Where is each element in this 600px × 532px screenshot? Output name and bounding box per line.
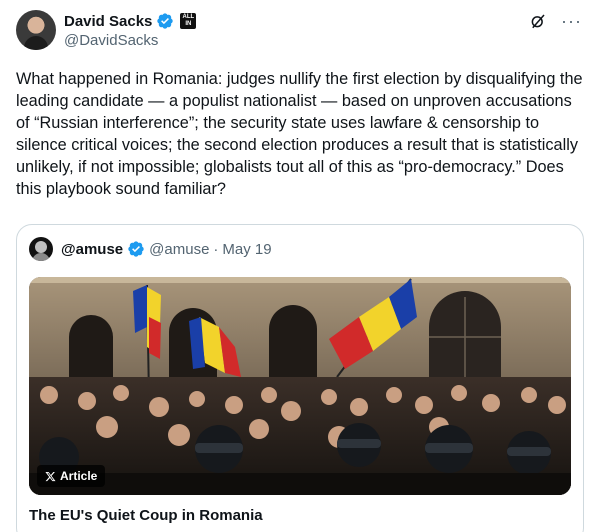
quoted-tweet-header: @amuse @amuse · May 19: [29, 237, 272, 261]
author-handle[interactable]: @DavidSacks: [64, 32, 158, 49]
article-badge: Article: [37, 465, 106, 487]
tweet-text: What happened in Romania: judges nullify…: [16, 70, 583, 198]
quoted-author-display-name[interactable]: @amuse: [61, 241, 123, 258]
tweet-actions-top: ···: [529, 12, 582, 30]
verified-badge-icon: [157, 13, 174, 29]
author-display-name[interactable]: David Sacks: [64, 13, 152, 30]
verified-badge-icon: [128, 241, 144, 257]
article-badge-label: Article: [60, 469, 98, 483]
author-name-row: David Sacks ALL IN: [64, 12, 197, 30]
grok-icon[interactable]: [529, 12, 547, 30]
quoted-tweet-date[interactable]: May 19: [222, 241, 271, 258]
quoted-author-handle[interactable]: @amuse: [149, 241, 209, 258]
quoted-author-avatar[interactable]: [29, 237, 53, 261]
quoted-tweet-card[interactable]: @amuse @amuse · May 19 Article The EU's …: [16, 224, 584, 532]
separator-dot: ·: [213, 240, 219, 258]
affiliation-badge[interactable]: ALL IN: [180, 13, 197, 29]
x-logo-icon: [45, 471, 56, 481]
more-icon[interactable]: ···: [561, 12, 582, 30]
protest-crowd-illustration: [29, 277, 571, 495]
article-cover-image[interactable]: Article: [29, 277, 571, 495]
article-title[interactable]: The EU's Quiet Coup in Romania: [29, 507, 263, 524]
author-avatar[interactable]: [16, 10, 56, 50]
